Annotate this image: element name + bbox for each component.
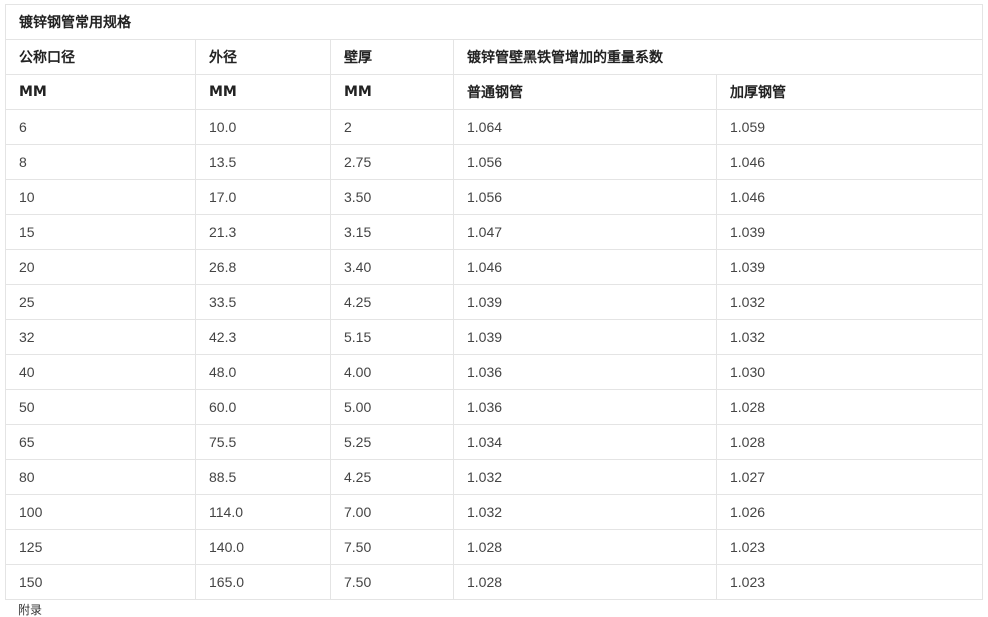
cell-wall-thickness: 3.50 — [330, 179, 454, 215]
cell-nominal-diameter: 6 — [5, 109, 196, 145]
header-wall-thickness: 壁厚 — [330, 39, 454, 75]
cell-nominal-diameter: 40 — [5, 354, 196, 390]
cell-thick-coefficient: 1.023 — [715, 529, 984, 565]
unit-wall-thickness: MM — [330, 74, 454, 110]
cell-wall-thickness: 7.50 — [330, 564, 454, 600]
cell-outer-diameter: 75.5 — [195, 424, 331, 460]
appendix-note: 附录 — [18, 603, 43, 617]
table-row: 50 60.0 5.00 1.036 1.028 — [5, 389, 984, 425]
cell-nominal-diameter: 15 — [5, 214, 196, 250]
table-row: 15 21.3 3.15 1.047 1.039 — [5, 214, 984, 250]
cell-regular-coefficient: 1.034 — [453, 424, 717, 460]
cell-regular-coefficient: 1.036 — [453, 389, 717, 425]
cell-wall-thickness: 5.15 — [330, 319, 454, 355]
cell-regular-coefficient: 1.039 — [453, 319, 717, 355]
cell-thick-coefficient: 1.046 — [715, 179, 984, 215]
cell-nominal-diameter: 150 — [5, 564, 196, 600]
table-row: 150 165.0 7.50 1.028 1.023 — [5, 564, 984, 600]
cell-wall-thickness: 3.15 — [330, 214, 454, 250]
header-weight-coefficient: 镀锌管壁黑铁管增加的重量系数 — [452, 39, 984, 75]
cell-nominal-diameter: 32 — [5, 319, 196, 355]
table-title: 镀锌钢管常用规格 — [4, 4, 984, 40]
cell-regular-coefficient: 1.028 — [453, 564, 717, 600]
unit-outer-diameter: MM — [195, 74, 331, 110]
cell-nominal-diameter: 125 — [5, 529, 196, 565]
cell-nominal-diameter: 80 — [5, 459, 196, 495]
cell-thick-coefficient: 1.032 — [715, 284, 984, 320]
cell-wall-thickness: 7.50 — [330, 529, 454, 565]
cell-thick-coefficient: 1.030 — [715, 354, 984, 390]
cell-outer-diameter: 33.5 — [195, 284, 331, 320]
cell-outer-diameter: 42.3 — [195, 319, 331, 355]
cell-thick-coefficient: 1.059 — [715, 109, 984, 145]
cell-outer-diameter: 48.0 — [195, 354, 331, 390]
cell-regular-coefficient: 1.056 — [453, 144, 717, 180]
cell-wall-thickness: 4.25 — [330, 284, 454, 320]
cell-outer-diameter: 140.0 — [195, 529, 331, 565]
cell-nominal-diameter: 20 — [5, 249, 196, 285]
cell-regular-coefficient: 1.039 — [453, 284, 717, 320]
cell-thick-coefficient: 1.039 — [715, 249, 984, 285]
header-outer-diameter: 外径 — [195, 39, 331, 75]
cell-thick-coefficient: 1.023 — [715, 564, 984, 600]
table-row: 10 17.0 3.50 1.056 1.046 — [5, 179, 984, 215]
cell-wall-thickness: 2 — [330, 109, 454, 145]
cell-outer-diameter: 17.0 — [195, 179, 331, 215]
table-row: 80 88.5 4.25 1.032 1.027 — [5, 459, 984, 495]
cell-nominal-diameter: 10 — [5, 179, 196, 215]
cell-regular-coefficient: 1.028 — [453, 529, 717, 565]
table-row: 8 13.5 2.75 1.056 1.046 — [5, 144, 984, 180]
cell-thick-coefficient: 1.039 — [715, 214, 984, 250]
cell-wall-thickness: 5.00 — [330, 389, 454, 425]
cell-outer-diameter: 21.3 — [195, 214, 331, 250]
cell-regular-coefficient: 1.046 — [453, 249, 717, 285]
cell-outer-diameter: 88.5 — [195, 459, 331, 495]
header-row-secondary: MM MM MM 普通钢管 加厚钢管 — [5, 74, 984, 110]
table-row: 32 42.3 5.15 1.039 1.032 — [5, 319, 984, 355]
cell-wall-thickness: 5.25 — [330, 424, 454, 460]
cell-regular-coefficient: 1.032 — [453, 459, 717, 495]
cell-nominal-diameter: 25 — [5, 284, 196, 320]
cell-outer-diameter: 10.0 — [195, 109, 331, 145]
cell-thick-coefficient: 1.027 — [715, 459, 984, 495]
cell-regular-coefficient: 1.056 — [453, 179, 717, 215]
table-row: 20 26.8 3.40 1.046 1.039 — [5, 249, 984, 285]
header-nominal-diameter: 公称口径 — [5, 39, 196, 75]
cell-outer-diameter: 165.0 — [195, 564, 331, 600]
cell-wall-thickness: 4.00 — [330, 354, 454, 390]
cell-thick-coefficient: 1.046 — [715, 144, 984, 180]
cell-wall-thickness: 7.00 — [330, 494, 454, 530]
cell-wall-thickness: 3.40 — [330, 249, 454, 285]
cell-outer-diameter: 13.5 — [195, 144, 331, 180]
unit-nominal-diameter: MM — [5, 74, 196, 110]
spec-table: 镀锌钢管常用规格 公称口径 外径 壁厚 镀锌管壁黑铁管增加的重量系数 MM MM… — [4, 4, 984, 600]
cell-outer-diameter: 26.8 — [195, 249, 331, 285]
cell-outer-diameter: 60.0 — [195, 389, 331, 425]
table-row: 65 75.5 5.25 1.034 1.028 — [5, 424, 984, 460]
cell-nominal-diameter: 65 — [5, 424, 196, 460]
cell-thick-coefficient: 1.028 — [715, 424, 984, 460]
cell-wall-thickness: 2.75 — [330, 144, 454, 180]
header-regular-pipe: 普通钢管 — [453, 74, 717, 110]
cell-nominal-diameter: 8 — [5, 144, 196, 180]
cell-thick-coefficient: 1.032 — [715, 319, 984, 355]
cell-nominal-diameter: 50 — [5, 389, 196, 425]
cell-regular-coefficient: 1.064 — [453, 109, 717, 145]
cell-outer-diameter: 114.0 — [195, 494, 331, 530]
table-row: 25 33.5 4.25 1.039 1.032 — [5, 284, 984, 320]
header-row-primary: 公称口径 外径 壁厚 镀锌管壁黑铁管增加的重量系数 — [5, 39, 984, 75]
cell-thick-coefficient: 1.028 — [715, 389, 984, 425]
table-row: 6 10.0 2 1.064 1.059 — [5, 109, 984, 145]
header-thick-pipe: 加厚钢管 — [715, 74, 984, 110]
cell-regular-coefficient: 1.032 — [453, 494, 717, 530]
cell-regular-coefficient: 1.036 — [453, 354, 717, 390]
table-row: 125 140.0 7.50 1.028 1.023 — [5, 529, 984, 565]
table-title-row: 镀锌钢管常用规格 — [4, 4, 984, 40]
table-row: 100 114.0 7.00 1.032 1.026 — [5, 494, 984, 530]
cell-thick-coefficient: 1.026 — [715, 494, 984, 530]
table-row: 40 48.0 4.00 1.036 1.030 — [5, 354, 984, 390]
cell-nominal-diameter: 100 — [5, 494, 196, 530]
cell-wall-thickness: 4.25 — [330, 459, 454, 495]
cell-regular-coefficient: 1.047 — [453, 214, 717, 250]
